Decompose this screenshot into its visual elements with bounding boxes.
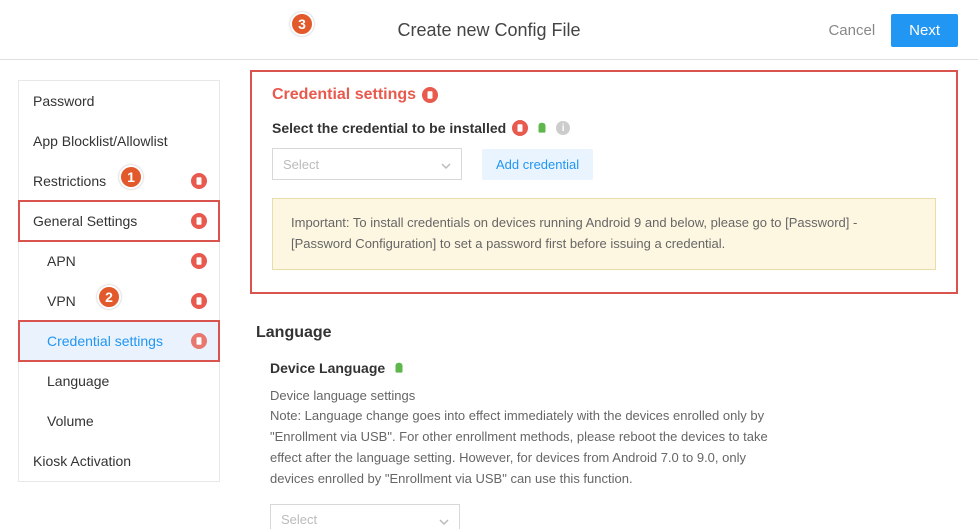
language-note-line: Note: Language change goes into effect i… (270, 408, 768, 485)
sidebar-card: Password App Blocklist/Allowlist Restric… (18, 80, 220, 482)
language-section: Language Device Language Device language… (250, 324, 958, 529)
device-language-subtitle: Device Language (256, 360, 952, 376)
callout-1: 1 (119, 165, 143, 189)
dialog-header: Create new Config File Cancel Next (0, 0, 978, 60)
sidebar: Password App Blocklist/Allowlist Restric… (0, 60, 230, 529)
info-icon[interactable]: i (556, 121, 570, 135)
sidebar-item-apn[interactable]: APN (19, 241, 219, 281)
mdm-icon (512, 120, 528, 136)
sidebar-item-app-blocklist[interactable]: App Blocklist/Allowlist (19, 121, 219, 161)
sidebar-item-label: VPN (47, 293, 76, 309)
sidebar-item-vpn[interactable]: VPN 2 (19, 281, 219, 321)
language-title: Language (256, 324, 952, 342)
select-placeholder: Select (283, 157, 319, 172)
android-icon (391, 360, 407, 376)
android-icon (534, 120, 550, 136)
sidebar-item-credential-settings[interactable]: Credential settings (19, 321, 219, 361)
credential-subtitle: Select the credential to be installed i (272, 120, 936, 136)
sidebar-item-label: App Blocklist/Allowlist (33, 133, 168, 149)
select-placeholder: Select (281, 512, 317, 527)
sidebar-item-label: Kiosk Activation (33, 453, 131, 469)
header-actions: Cancel Next (822, 14, 958, 47)
sidebar-item-kiosk-activation[interactable]: Kiosk Activation (19, 441, 219, 481)
add-credential-button[interactable]: Add credential (482, 149, 593, 180)
sidebar-item-label: General Settings (33, 213, 137, 229)
sidebar-item-label: Volume (47, 413, 94, 429)
credential-notice: Important: To install credentials on dev… (272, 198, 936, 270)
sidebar-item-label: APN (47, 253, 76, 269)
mdm-icon (191, 253, 207, 269)
sidebar-item-restrictions[interactable]: Restrictions 1 (19, 161, 219, 201)
panel-title-text: Credential settings (272, 86, 416, 104)
callout-2: 2 (97, 285, 121, 309)
dialog-title: Create new Config File (397, 20, 580, 41)
credential-select-row: Select Add credential (272, 148, 936, 180)
mdm-icon (422, 87, 438, 103)
sidebar-item-label: Language (47, 373, 109, 389)
main-content: Credential settings Select the credentia… (230, 60, 978, 529)
mdm-icon (191, 213, 207, 229)
sidebar-item-password[interactable]: Password (19, 81, 219, 121)
sidebar-item-label: Password (33, 93, 94, 109)
mdm-icon (191, 333, 207, 349)
section-sub-text: Device Language (270, 360, 385, 376)
language-description: Device language settings Note: Language … (256, 386, 776, 490)
callout-3: 3 (290, 12, 314, 36)
sidebar-item-general-settings[interactable]: General Settings (19, 201, 219, 241)
credential-settings-panel: Credential settings Select the credentia… (250, 70, 958, 294)
sidebar-item-language[interactable]: Language (19, 361, 219, 401)
language-desc-line: Device language settings (270, 388, 415, 403)
sidebar-item-label: Credential settings (47, 333, 163, 349)
chevron-down-icon (441, 159, 451, 169)
sidebar-item-volume[interactable]: Volume (19, 401, 219, 441)
panel-sub-text: Select the credential to be installed (272, 120, 506, 136)
credential-settings-title: Credential settings (272, 86, 936, 104)
chevron-down-icon (439, 515, 449, 525)
cancel-button[interactable]: Cancel (822, 14, 881, 47)
sidebar-item-label: Restrictions (33, 173, 106, 189)
language-select[interactable]: Select (270, 504, 460, 529)
mdm-icon (191, 293, 207, 309)
credential-select[interactable]: Select (272, 148, 462, 180)
next-button[interactable]: Next (891, 14, 958, 47)
mdm-icon (191, 173, 207, 189)
